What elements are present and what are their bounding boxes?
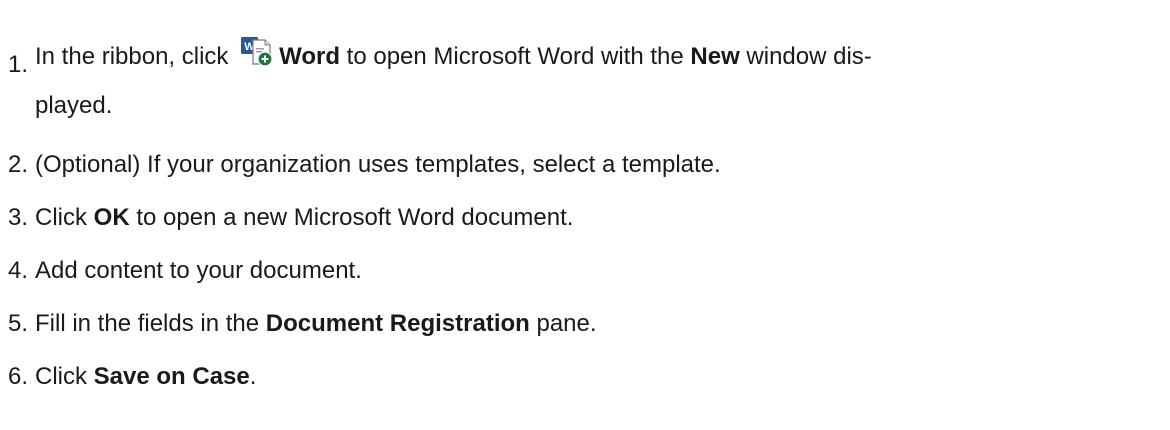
step-6: 6. Click Save on Case. [8, 360, 1158, 394]
step-4: 4. Add content to your document. [8, 254, 1158, 288]
word-button-label: Word [279, 43, 340, 70]
step-1: 1. In the ribbon, click W Word to open Mi… [8, 34, 1158, 78]
new-window-label: New [690, 43, 740, 70]
step-1-continuation: played. [35, 92, 113, 119]
step-text: pane. [529, 310, 597, 337]
step-number: 2. [8, 151, 29, 178]
step-text: In the ribbon, click [35, 43, 236, 70]
step-text: Fill in the fields in the [35, 310, 266, 337]
step-text: to open Microsoft Word with the [340, 43, 691, 70]
word-new-icon: W [239, 34, 273, 68]
step-text: (Optional) If your organization uses tem… [35, 151, 721, 178]
ok-button-label: OK [93, 204, 130, 231]
save-on-case-label: Save on Case [93, 363, 250, 390]
step-3: 3. Click OK to open a new Microsoft Word … [8, 201, 1158, 235]
step-text: Click [35, 204, 94, 231]
step-text: window dis- [739, 43, 872, 70]
step-number: 5. [8, 310, 29, 337]
step-number: 1. [8, 51, 29, 78]
step-text: . [249, 363, 257, 390]
document-registration-label: Document Registration [265, 310, 530, 337]
step-text: Add content to your document. [35, 257, 362, 284]
step-number: 4. [8, 257, 29, 284]
step-number: 6. [8, 363, 29, 390]
step-2: 2. (Optional) If your organization uses t… [8, 148, 1158, 182]
step-text: Click [35, 363, 94, 390]
step-5: 5. Fill in the fields in the Document Reg… [8, 307, 1158, 341]
step-number: 3. [8, 204, 29, 231]
step-text: to open a new Microsoft Word document. [129, 204, 574, 231]
